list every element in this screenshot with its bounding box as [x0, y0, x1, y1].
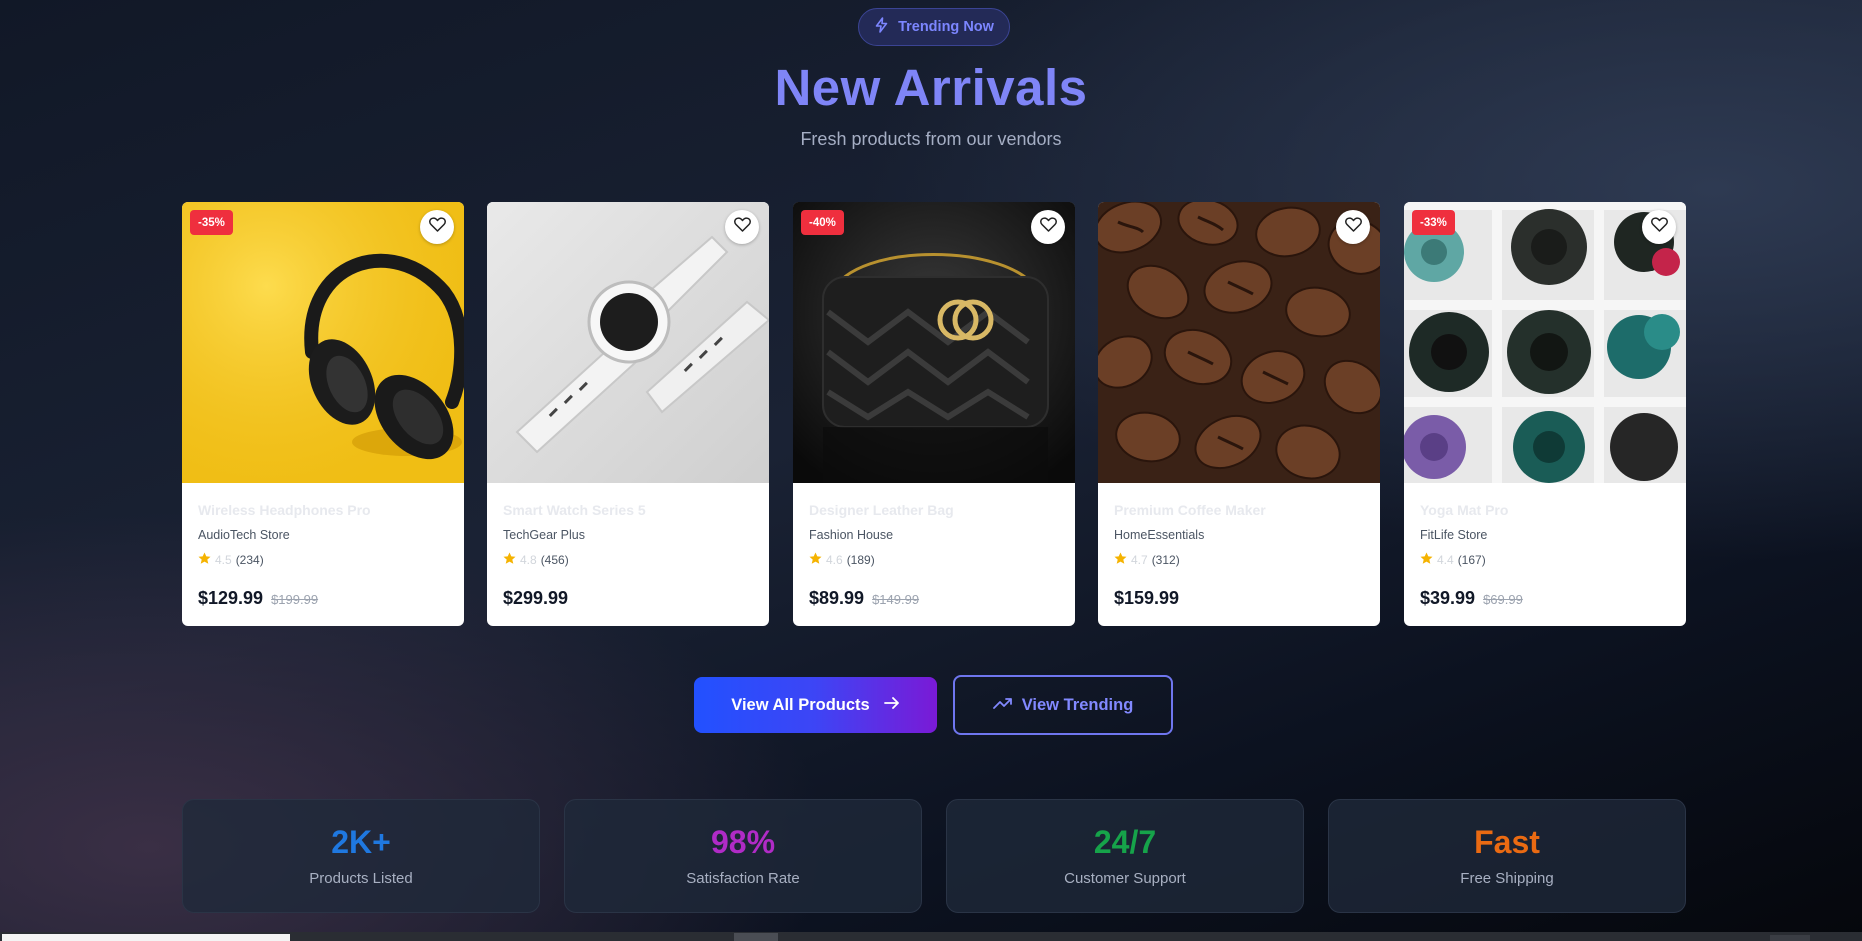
product-image-headphones[interactable]: -35% — [182, 202, 464, 483]
product-price: $39.99 $69.99 — [1420, 588, 1523, 609]
vendor-name[interactable]: FitLife Store — [1420, 528, 1487, 542]
review-count: (189) — [846, 553, 875, 567]
trending-up-icon — [992, 696, 1013, 715]
stat-label: Customer Support — [1064, 870, 1186, 887]
vendor-name[interactable]: Fashion House — [809, 528, 893, 542]
product-image-smartwatch[interactable] — [487, 202, 769, 483]
product-rating: 4.6 (189) — [809, 552, 875, 568]
star-icon — [198, 552, 211, 568]
vendor-name[interactable]: AudioTech Store — [198, 528, 290, 542]
review-count: (234) — [235, 553, 264, 567]
stat-card-support: 24/7 Customer Support — [946, 799, 1304, 913]
current-price: $89.99 — [809, 588, 865, 608]
current-price: $39.99 — [1420, 588, 1476, 608]
vendor-name[interactable]: TechGear Plus — [503, 528, 585, 542]
original-price: $199.99 — [271, 592, 319, 607]
stat-label: Satisfaction Rate — [686, 870, 800, 887]
product-card[interactable]: Smart Watch Series 5 TechGear Plus 4.8 (… — [487, 202, 769, 626]
review-count: (167) — [1457, 553, 1486, 567]
stat-card-products: 2K+ Products Listed — [182, 799, 540, 913]
star-icon — [1420, 552, 1433, 568]
taskbar-tray[interactable] — [1770, 935, 1810, 941]
trending-now-badge: Trending Now — [858, 8, 1010, 46]
current-price: $299.99 — [503, 588, 569, 608]
product-rating: 4.5 (234) — [198, 552, 264, 568]
view-trending-label: View Trending — [1021, 695, 1134, 714]
stat-value: 2K+ — [331, 824, 391, 860]
favorite-button[interactable] — [725, 210, 759, 244]
arrow-right-icon — [883, 696, 900, 715]
section-title: New Arrivals — [774, 59, 1088, 116]
product-name[interactable]: Smart Watch Series 5 — [503, 502, 646, 518]
taskbar — [0, 932, 1862, 941]
product-card[interactable]: -35% Wireless Headphones Pro AudioTech S… — [182, 202, 464, 626]
rating-value: 4.7 — [1131, 553, 1148, 567]
original-price: $149.99 — [872, 592, 920, 607]
rating-value: 4.5 — [215, 553, 232, 567]
current-price: $129.99 — [198, 588, 264, 608]
view-all-products-button[interactable]: View All Products — [694, 677, 937, 733]
product-name[interactable]: Yoga Mat Pro — [1420, 502, 1508, 518]
discount-badge: -35% — [190, 210, 233, 235]
heart-icon — [733, 217, 751, 237]
star-icon — [1114, 552, 1127, 568]
lightning-icon — [874, 17, 889, 37]
review-count: (312) — [1151, 553, 1180, 567]
badge-label: Trending Now — [898, 19, 994, 35]
product-image-leather-bag[interactable]: -40% — [793, 202, 1075, 483]
product-card[interactable]: -33% Yoga Mat Pro FitLife Store 4.4 (167… — [1404, 202, 1686, 626]
product-rating: 4.8 (456) — [503, 552, 569, 568]
heart-icon — [428, 217, 446, 237]
stat-label: Free Shipping — [1460, 870, 1554, 887]
product-card[interactable]: Premium Coffee Maker HomeEssentials 4.7 … — [1098, 202, 1380, 626]
product-image-coffee[interactable] — [1098, 202, 1380, 483]
stat-card-shipping: Fast Free Shipping — [1328, 799, 1686, 913]
product-price: $299.99 — [503, 588, 568, 609]
heart-icon — [1650, 217, 1668, 237]
product-price: $89.99 $149.99 — [809, 588, 919, 609]
review-count: (456) — [540, 553, 569, 567]
stat-label: Products Listed — [309, 870, 413, 887]
discount-badge: -33% — [1412, 210, 1455, 235]
rating-value: 4.6 — [826, 553, 843, 567]
favorite-button[interactable] — [420, 210, 454, 244]
product-price: $159.99 — [1114, 588, 1179, 609]
taskbar-search[interactable] — [2, 934, 290, 941]
product-image-yoga-mat[interactable]: -33% — [1404, 202, 1686, 483]
stat-value: Fast — [1474, 824, 1540, 860]
favorite-button[interactable] — [1642, 210, 1676, 244]
stat-value: 24/7 — [1093, 824, 1157, 860]
star-icon — [809, 552, 822, 568]
favorite-button[interactable] — [1031, 210, 1065, 244]
discount-badge: -40% — [801, 210, 844, 235]
stat-card-satisfaction: 98% Satisfaction Rate — [564, 799, 922, 913]
view-all-label: View All Products — [731, 695, 870, 714]
product-name[interactable]: Designer Leather Bag — [809, 502, 954, 518]
star-icon — [503, 552, 516, 568]
stat-value: 98% — [710, 824, 776, 860]
product-rating: 4.7 (312) — [1114, 552, 1180, 568]
product-card[interactable]: -40% Designer Leather Bag Fashion House … — [793, 202, 1075, 626]
product-name[interactable]: Wireless Headphones Pro — [198, 502, 371, 518]
original-price: $69.99 — [1483, 592, 1523, 607]
rating-value: 4.4 — [1437, 553, 1454, 567]
product-price: $129.99 $199.99 — [198, 588, 318, 609]
taskbar-app[interactable] — [734, 933, 778, 941]
product-name[interactable]: Premium Coffee Maker — [1114, 502, 1266, 518]
heart-icon — [1344, 217, 1362, 237]
favorite-button[interactable] — [1336, 210, 1370, 244]
current-price: $159.99 — [1114, 588, 1180, 608]
view-trending-button[interactable]: View Trending — [953, 675, 1173, 735]
section-subtitle: Fresh products from our vendors — [800, 129, 1062, 149]
vendor-name[interactable]: HomeEssentials — [1114, 528, 1204, 542]
product-rating: 4.4 (167) — [1420, 552, 1486, 568]
rating-value: 4.8 — [520, 553, 537, 567]
heart-icon — [1039, 217, 1057, 237]
